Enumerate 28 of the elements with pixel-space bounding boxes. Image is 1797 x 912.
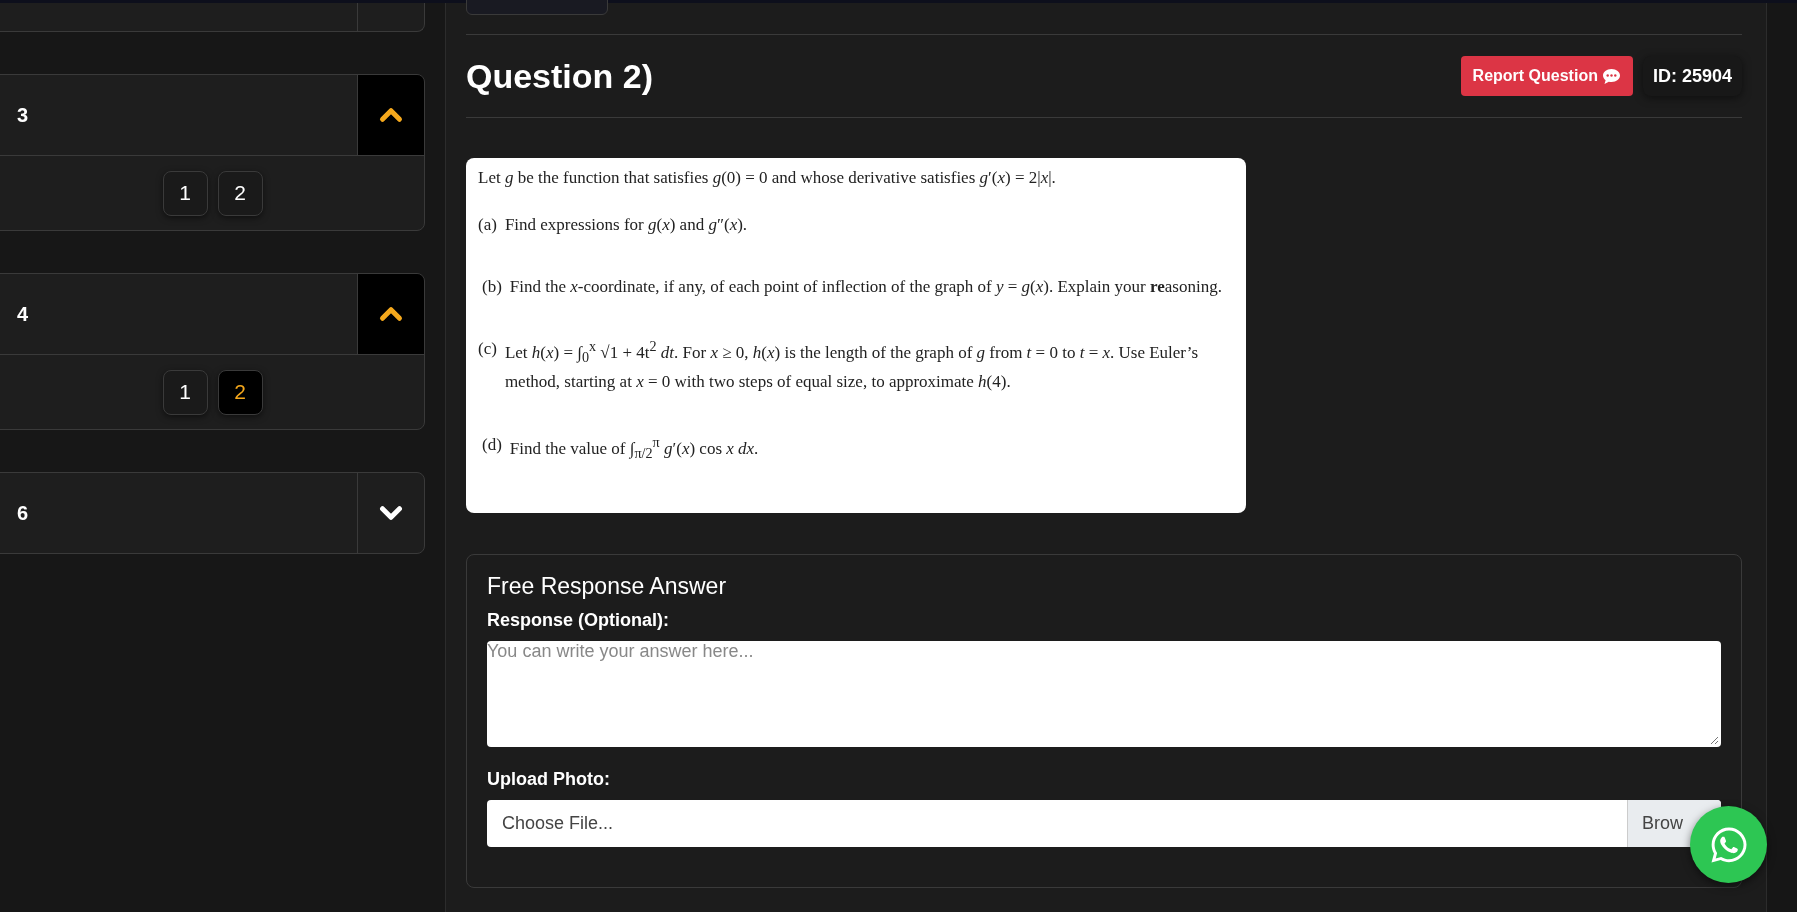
part-label: (a) (478, 213, 497, 236)
response-field[interactable]: You can write your answer here... (487, 641, 1721, 747)
toggle-button[interactable] (357, 274, 424, 354)
part-label: (c) (478, 338, 497, 361)
unit-number: 6 (16, 501, 30, 525)
page-button[interactable]: 1 (162, 170, 208, 216)
question-id: ID: 25904 (1642, 56, 1742, 96)
chat-bubble-icon (1601, 67, 1621, 85)
question-stem: Let g be the function that satisfies g(0) = 0 and whose derivative satisfies g′(x) = 2|x|. (478, 168, 1056, 187)
part-text: Find expressions for g(x) and g″(x). (504, 213, 748, 236)
question-title: Question 2) (466, 56, 655, 96)
part-text: Find the value of ∫$_{π/2}$$^{π}$ g′(x) cos x dx. (509, 432, 759, 463)
part-label: (b) (482, 276, 502, 299)
part-text: Find the x-coordinate, if any, of each point of inflection of the graph of y = g(x). Explain your reasoning. (509, 276, 1222, 299)
toggle-button[interactable] (357, 75, 424, 155)
response-label: Response (Optional): (487, 610, 670, 631)
page-button[interactable]: 2 (217, 369, 263, 415)
answer-title: Free Response Answer (487, 573, 728, 600)
report-button[interactable]: Report Question (1460, 56, 1633, 96)
upload-label: Upload Photo: (487, 769, 611, 790)
page-button[interactable]: 2 (217, 170, 263, 216)
part-text: Let h(x) = ∫$_{0}$$^{x}$ √1 + 4t$^{2}$ dt. For x ≥ 0, h(x) is the length of the graph of g from t = 0 to t = x. Use Euler’s method, starting at x = 0 with two steps of equal size, to approximate h(4). (504, 337, 1199, 394)
unit-number: 4 (16, 302, 30, 326)
page-button[interactable]: 1 (162, 369, 208, 415)
file-field[interactable]: Choose File... Brow (487, 800, 1721, 847)
resize-grip-icon[interactable] (1710, 736, 1719, 745)
unit-number: 3 (16, 103, 30, 127)
part-label: (d) (482, 433, 502, 456)
